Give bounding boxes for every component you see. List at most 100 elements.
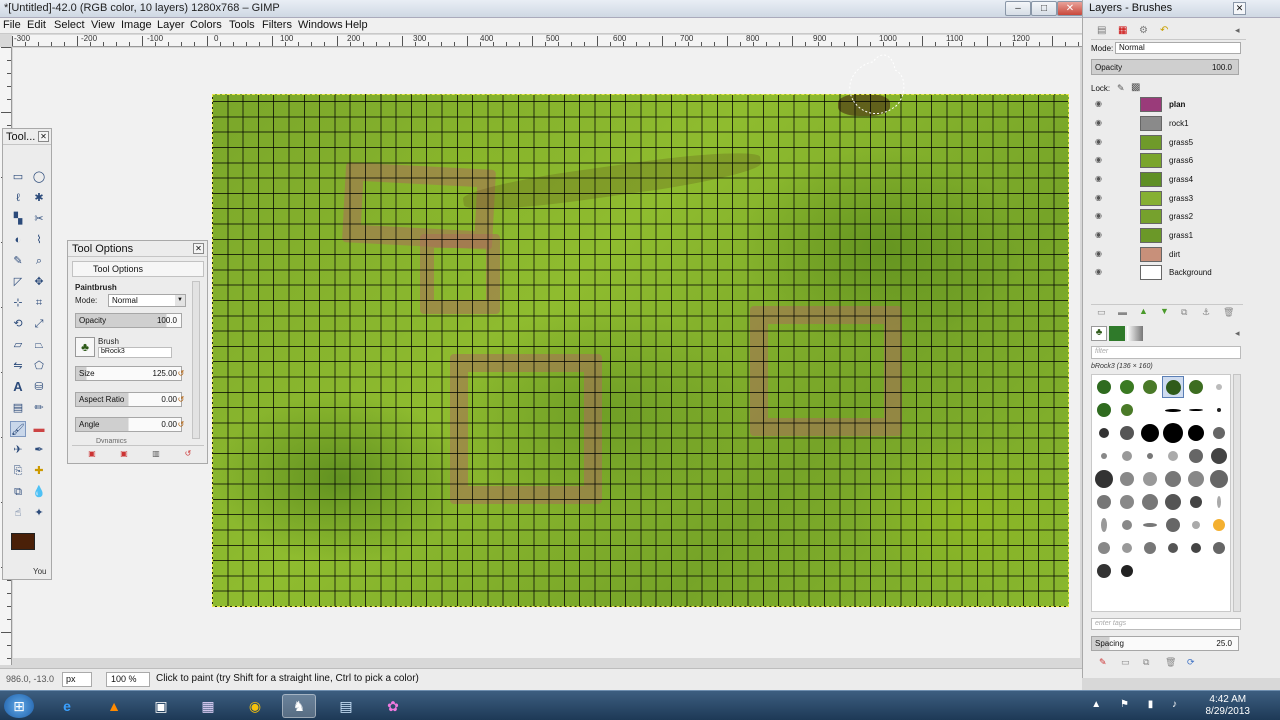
brush-thumbnail[interactable] [1186,400,1206,420]
brush-thumbnail[interactable] [1186,515,1206,535]
tool-options-close-icon[interactable]: ✕ [193,243,204,254]
tool-options-scrollbar[interactable] [192,281,200,439]
brush-thumbnail[interactable] [1140,515,1160,535]
shear-icon[interactable]: ▱ [10,337,26,353]
duplicate-brush-icon[interactable]: ⧉ [1143,657,1149,668]
layer-opacity-slider[interactable]: Opacity 100.0 [1091,59,1239,75]
color-picker-icon[interactable]: ✎ [10,253,26,269]
menu-help[interactable]: Help [345,19,368,31]
layer-row[interactable]: ◉ rock1 [1091,115,1241,133]
menu-colors[interactable]: Colors [190,19,222,31]
clock[interactable]: 4:42 AM 8/29/2013 [1206,694,1251,718]
brush-thumbnail[interactable] [1162,376,1184,398]
layer-row[interactable]: ◉ plan [1091,96,1241,114]
duplicate-layer-icon[interactable]: ⧉ [1181,307,1187,318]
paintbrush-icon[interactable]: 🖌 [10,421,26,437]
gradients-tab-icon[interactable] [1127,326,1143,341]
align-icon[interactable]: ⊹ [10,295,26,311]
menu-layer[interactable]: Layer [157,19,185,31]
heal-icon[interactable]: ✚ [31,463,47,479]
size-slider[interactable]: Size 125.00 [75,366,182,381]
brush-thumbnail[interactable] [1094,423,1114,443]
restore-options-icon[interactable]: ▣ [119,449,129,459]
brush-thumbnail[interactable] [1186,492,1206,512]
brush-thumbnail[interactable] [1094,400,1114,420]
brush-thumbnail[interactable] [1117,538,1137,558]
menu-image[interactable]: Image [121,19,152,31]
layer-row[interactable]: ◉ grass5 [1091,134,1241,152]
brush-thumbnail[interactable] [1209,446,1229,466]
new-brush-icon[interactable]: ▭ [1121,657,1130,668]
undo-tab-icon[interactable]: ↶ [1160,25,1168,36]
brush-grid[interactable] [1091,374,1231,612]
smudge-icon[interactable]: ☝ [10,505,26,521]
start-button-icon[interactable]: ⊞ [4,694,34,718]
foreground-select-icon[interactable]: ◐ [10,232,26,248]
brush-thumbnail[interactable] [1140,538,1160,558]
menu-filters[interactable]: Filters [262,19,292,31]
spacing-slider[interactable]: Spacing 25.0 [1091,636,1239,651]
airbrush-icon[interactable]: ✈ [10,442,26,458]
paths-tab-icon[interactable]: ⚙ [1139,25,1148,36]
layer-row[interactable]: ◉ Background [1091,264,1241,282]
lower-layer-icon[interactable]: ▼ [1160,306,1169,316]
brushes-menu-icon[interactable]: ◂ [1235,328,1240,339]
brush-thumbnail[interactable] [1094,377,1114,397]
move-icon[interactable]: ✥ [31,274,47,290]
visibility-eye-icon[interactable]: ◉ [1095,268,1105,276]
brush-thumbnail[interactable] [1186,538,1206,558]
rect-select-icon[interactable]: ▭ [10,169,26,185]
channels-tab-icon[interactable]: ▤ [1097,25,1106,36]
brush-tags-input[interactable]: enter tags [1091,618,1241,630]
ellipse-select-icon[interactable]: ◯ [31,169,47,185]
brush-thumbnail[interactable] [1140,423,1160,443]
visibility-eye-icon[interactable]: ◉ [1095,156,1105,164]
brush-thumbnail[interactable] [1163,515,1183,535]
menu-tools[interactable]: Tools [229,19,255,31]
aspect-reset-icon[interactable]: ↺ [176,395,186,405]
chrome-icon[interactable]: ◉ [238,694,272,718]
brush-thumbnail[interactable] [1140,400,1160,420]
image-canvas[interactable] [212,94,1069,607]
brush-thumbnail[interactable] [1117,515,1137,535]
brush-thumbnail[interactable] [1163,400,1183,420]
angle-slider[interactable]: Angle 0.00 [75,417,182,432]
brush-thumbnail[interactable] [1209,400,1229,420]
color-select-icon[interactable]: ▚ [10,211,26,227]
brush-thumbnail[interactable] [1209,377,1229,397]
brush-thumbnail[interactable] [1117,423,1137,443]
perspective-icon[interactable]: ⏢ [31,337,47,353]
notepad-icon[interactable]: ▤ [329,694,363,718]
new-layer-icon[interactable]: ▭ [1097,307,1106,318]
layer-row[interactable]: ◉ grass2 [1091,208,1241,226]
brush-thumbnail[interactable] [1117,377,1137,397]
pencil-icon[interactable]: ✏ [31,400,47,416]
aspect-ratio-slider[interactable]: Aspect Ratio 0.00 [75,392,182,407]
brushes-tab-icon[interactable]: ♣ [1091,326,1107,341]
reset-options-icon[interactable]: ↺ [183,449,193,459]
dodge-burn-icon[interactable]: ✦ [31,505,47,521]
bucket-fill-icon[interactable]: ⛁ [31,379,47,395]
brush-thumbnail[interactable] [1094,446,1114,466]
visibility-eye-icon[interactable]: ◉ [1095,100,1105,108]
delete-brush-icon[interactable]: 🗑 [1165,657,1176,668]
layer-group-icon[interactable]: ▬ [1118,307,1127,317]
layer-row[interactable]: ◉ grass4 [1091,171,1241,189]
menu-select[interactable]: Select [54,19,85,31]
brush-thumbnail[interactable] [1186,423,1206,443]
measure-icon[interactable]: ◸ [10,274,26,290]
maximize-button[interactable]: □ [1031,1,1057,16]
brush-thumbnail[interactable] [1163,446,1183,466]
brush-thumbnail[interactable] [1163,538,1183,558]
brush-thumbnail[interactable] [1186,469,1206,489]
rotate-icon[interactable]: ⟲ [10,316,26,332]
horizontal-ruler[interactable]: -300 -200 -100 0 100 200 300 400 500 600… [12,35,1085,47]
menu-edit[interactable]: Edit [27,19,46,31]
save-options-icon[interactable]: ▣ [87,449,97,459]
layer-mode-select[interactable]: Normal [1115,42,1241,54]
brush-thumbnail[interactable] [1186,377,1206,397]
brush-thumbnail[interactable] [1163,469,1183,489]
visibility-eye-icon[interactable]: ◉ [1095,119,1105,127]
brush-thumbnail[interactable] [1117,469,1137,489]
brush-thumbnail[interactable] [1140,469,1160,489]
